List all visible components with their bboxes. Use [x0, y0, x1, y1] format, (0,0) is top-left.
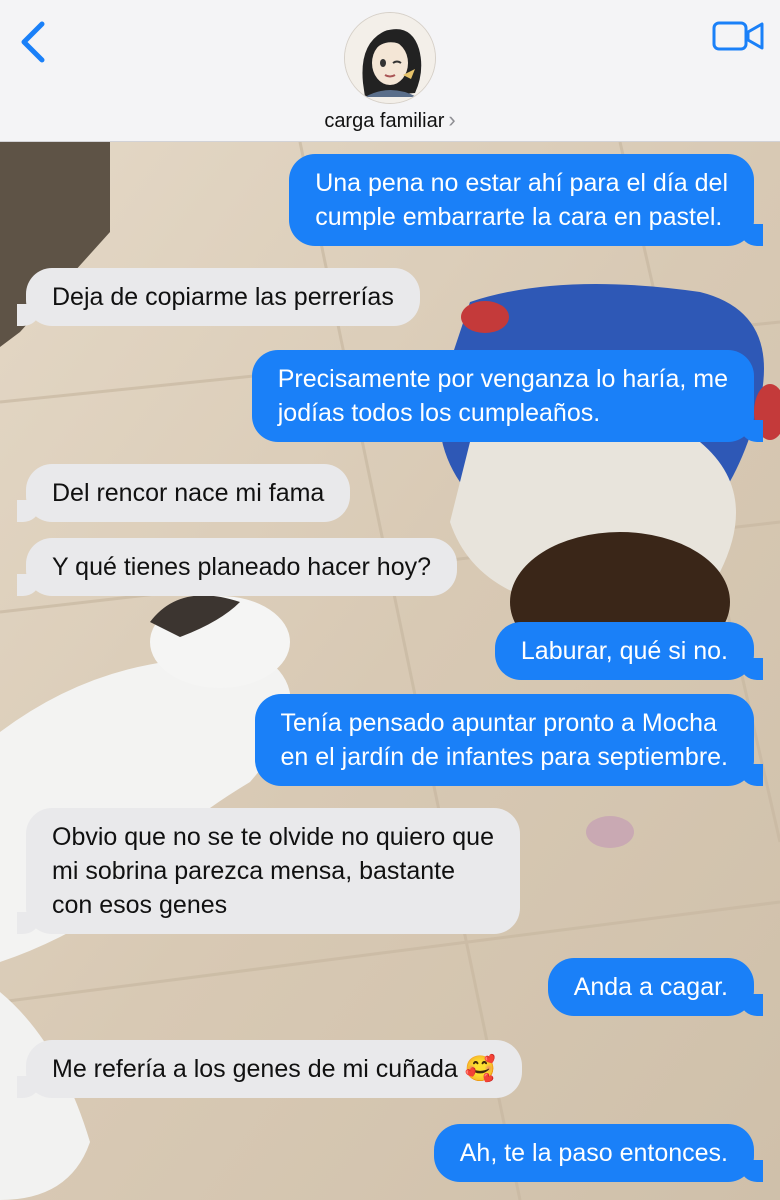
chevron-right-icon: › [448, 107, 456, 132]
contact-name: carga familiar [324, 110, 445, 132]
video-camera-icon [712, 21, 764, 51]
message-bubble-incoming[interactable]: Y qué tienes planeado hacer hoy? [16, 538, 458, 596]
message-bubble-incoming[interactable]: Del rencor nace mi fama [16, 464, 351, 522]
contact-name-button[interactable]: carga familiar › [0, 107, 780, 133]
message-bubble-outgoing[interactable]: Laburar, qué si no. [494, 622, 764, 680]
conversation-header: carga familiar › [0, 0, 780, 142]
chevron-left-icon [21, 21, 45, 63]
message-bubble-incoming[interactable]: Me refería a los genes de mi cuñada 🥰 [17, 1040, 522, 1098]
message-bubble-outgoing[interactable]: Tenía pensado apuntar pronto a Mocha en … [254, 694, 763, 786]
message-bubble-incoming[interactable]: Deja de copiarme las perrerías [17, 268, 420, 326]
message-bubble-outgoing[interactable]: Anda a cagar. [547, 958, 764, 1016]
contact-avatar[interactable] [344, 12, 436, 104]
message-bubble-outgoing[interactable]: Ah, te la paso entonces. [433, 1124, 764, 1182]
video-call-button[interactable] [712, 18, 766, 54]
message-bubble-incoming[interactable]: Obvio que no se te olvide no quiero que … [17, 808, 520, 934]
message-bubble-outgoing[interactable]: Una pena no estar ahí para el día del cu… [289, 154, 763, 246]
back-button[interactable] [12, 18, 56, 66]
message-bubble-outgoing[interactable]: Precisamente por venganza lo haría, me j… [251, 350, 764, 442]
avatar-illustration [345, 13, 435, 103]
